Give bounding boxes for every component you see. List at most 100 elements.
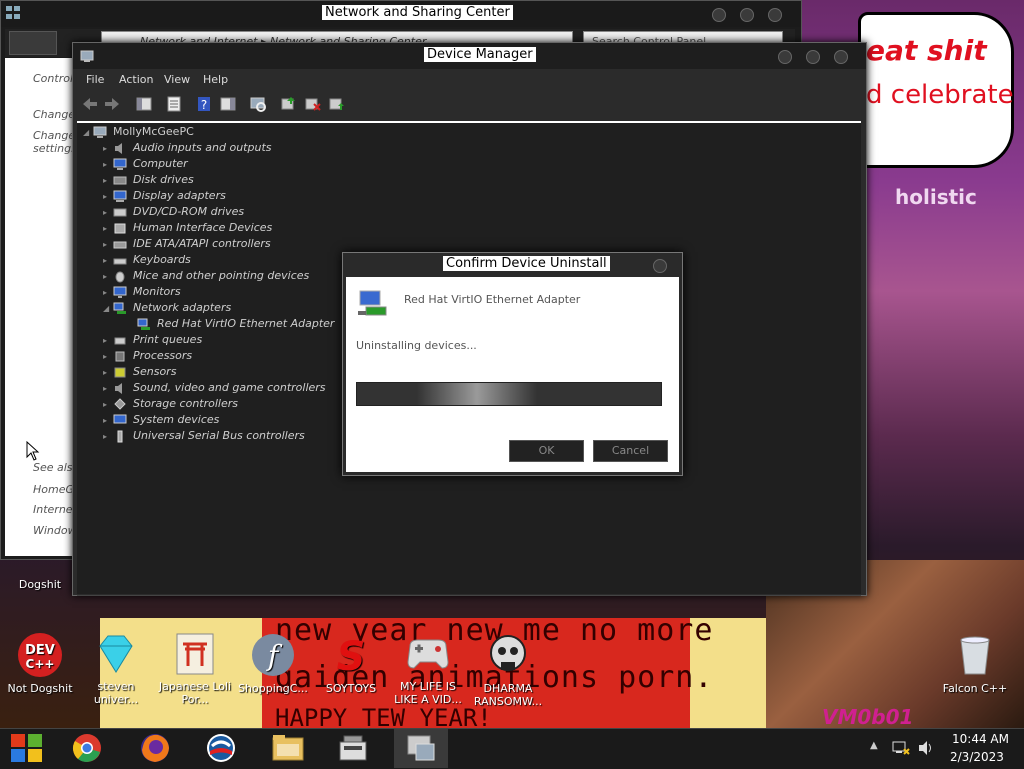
chrome-icon[interactable] — [70, 732, 104, 764]
control-panel-home-link[interactable]: Control — [33, 72, 73, 85]
desktop-icon-label: ShoppingC... — [238, 682, 308, 695]
uninstall-device-icon[interactable] — [303, 95, 321, 113]
desktop-icon-label: SOYTOYS — [325, 682, 377, 695]
desktop-icon-falcon[interactable]: Falcon C++ — [935, 632, 1015, 695]
tree-item-sensors[interactable]: ▸ Sensors — [103, 365, 176, 381]
change-sharing-link[interactable]: Change — [33, 129, 75, 142]
storage-controller-icon — [114, 397, 126, 410]
start-button-icon[interactable] — [8, 731, 46, 765]
confirm-uninstall-dialog[interactable]: Confirm Device Uninstall Red Hat VirtIO … — [342, 252, 683, 476]
tree-item-processors[interactable]: ▸ Processors — [103, 349, 192, 365]
desktop-icon-label: Japanese Loli Por... — [158, 680, 232, 706]
volume-icon[interactable] — [917, 740, 935, 756]
cancel-button[interactable]: Cancel — [593, 440, 668, 462]
change-adapter-link[interactable]: Change — [33, 108, 75, 121]
desktop-icon-label: MY LIFE IS LIKE A VID... — [394, 680, 462, 706]
tree-item-audio[interactable]: ▸ Audio inputs and outputs — [103, 141, 272, 157]
desktop-icon-shopping[interactable]: f ShoppingC... — [233, 632, 313, 695]
action-pane-icon[interactable] — [219, 95, 237, 113]
menu-view[interactable]: View — [164, 73, 190, 86]
windows-firewall-link[interactable]: Window — [33, 524, 77, 537]
update-driver-icon[interactable] — [279, 95, 297, 113]
homegroup-link[interactable]: HomeG — [33, 483, 74, 496]
wallpaper-text: holistic — [895, 185, 977, 209]
tree-item-dvd-drives[interactable]: ▸ DVD/CD-ROM drives — [103, 205, 244, 221]
tree-item-label: Sound, video and game controllers — [133, 381, 326, 394]
recycle-bin-icon — [960, 636, 990, 675]
internet-options-link[interactable]: Internet — [33, 503, 77, 516]
change-sharing-link-2[interactable]: settings — [33, 142, 77, 155]
collapse-arrow-icon[interactable]: ◢ — [83, 128, 93, 137]
file-explorer-icon[interactable] — [271, 732, 305, 764]
obama-logo-icon[interactable] — [204, 732, 238, 764]
disk-drive-icon — [113, 176, 127, 184]
maximize-button[interactable] — [740, 8, 754, 22]
wallpaper-stamp: VM0b01 — [822, 705, 914, 728]
diamond-icon — [99, 635, 133, 673]
status-text: Uninstalling devices... — [356, 339, 477, 352]
cash-register-icon[interactable] — [336, 732, 370, 764]
tree-item-keyboards[interactable]: ▸ Keyboards — [103, 253, 191, 269]
tree-item-print-queues[interactable]: ▸ Print queues — [103, 333, 202, 349]
ok-button[interactable]: OK — [509, 440, 584, 462]
back-arrow-icon[interactable] — [81, 95, 99, 113]
close-button[interactable] — [653, 259, 667, 273]
device-manager-icon — [80, 50, 94, 62]
maximize-button[interactable] — [806, 50, 820, 64]
tree-item-label: Mice and other pointing devices — [133, 269, 310, 282]
desktop-icon-not-dogshit[interactable]: DEV C++ Not Dogshit — [0, 632, 80, 695]
clock-time[interactable]: 10:44 AM — [952, 732, 1009, 746]
forward-arrow-icon[interactable] — [103, 95, 121, 113]
network-adapter-icon — [137, 318, 150, 330]
desktop-icon-my-life[interactable]: MY LIFE IS LIKE A VID... — [388, 632, 468, 706]
tree-item-storage[interactable]: ▸ Storage controllers — [103, 397, 238, 413]
tree-item-disk-drives[interactable]: ▸ Disk drives — [103, 173, 194, 189]
help-icon[interactable]: ? — [195, 95, 213, 113]
desktop-icon-dharma[interactable]: DHARMA RANSOMW... — [468, 632, 548, 708]
computer-icon — [113, 158, 127, 170]
minimize-button[interactable] — [778, 50, 792, 64]
scan-hardware-icon[interactable] — [249, 95, 267, 113]
minimize-button[interactable] — [712, 8, 726, 22]
tree-item-sound[interactable]: ▸ Sound, video and game controllers — [103, 381, 326, 397]
tree-item-hid[interactable]: ▸ Human Interface Devices — [103, 221, 272, 237]
tree-item-redhat-virtio[interactable]: Red Hat VirtIO Ethernet Adapter — [137, 317, 334, 333]
network-status-icon[interactable] — [892, 740, 910, 756]
menu-file[interactable]: File — [86, 73, 104, 86]
desktop-icon-soytoys[interactable]: S SOYTOYS — [311, 632, 391, 695]
tree-item-ide[interactable]: ▸ IDE ATA/ATAPI controllers — [103, 237, 271, 253]
tree-item-usb[interactable]: ▸ Universal Serial Bus controllers — [103, 429, 305, 445]
tree-root[interactable]: ◢ MollyMcGeePC — [83, 125, 194, 141]
tree-item-monitors[interactable]: ▸ Monitors — [103, 285, 181, 301]
desktop-icon-steven-universe[interactable]: steven univer... — [76, 632, 156, 706]
tree-item-network-adapters[interactable]: ◢ Network adapters — [103, 301, 231, 317]
close-button[interactable] — [834, 50, 848, 64]
tree-item-computer[interactable]: ▸ Computer — [103, 157, 188, 173]
desktop-icon-dogshit[interactable]: Dogshit — [0, 578, 80, 591]
tree-item-label: Monitors — [133, 285, 181, 298]
menu-help[interactable]: Help — [203, 73, 228, 86]
dev-cpp-icon: DEVC++ — [18, 633, 62, 677]
expanded-arrow-icon[interactable]: ◢ — [103, 304, 113, 313]
show-hidden-icons-arrow-icon[interactable]: ▲ — [870, 740, 878, 751]
back-forward-buttons[interactable] — [9, 31, 57, 55]
firefox-icon[interactable] — [138, 732, 172, 764]
properties-icon[interactable] — [165, 95, 183, 113]
svg-text:?: ? — [201, 98, 207, 112]
desktop-icon-japanese[interactable]: Japanese Loli Por... — [155, 632, 235, 706]
tree-item-system-devices[interactable]: ▸ System devices — [103, 413, 219, 429]
clock-date[interactable]: 2/3/2023 — [950, 750, 1004, 764]
close-button[interactable] — [768, 8, 782, 22]
tree-item-mice[interactable]: ▸ Mice and other pointing devices — [103, 269, 309, 285]
enable-device-icon[interactable] — [327, 95, 345, 113]
computer-icon — [93, 126, 107, 138]
show-hide-console-tree-icon[interactable] — [135, 95, 153, 113]
menu-action[interactable]: Action — [119, 73, 153, 86]
tree-item-label: Disk drives — [133, 173, 194, 186]
window-title: Network and Sharing Center — [322, 5, 513, 20]
device-manager-taskbar-icon[interactable] — [404, 732, 438, 764]
menu-bar: File Action View Help — [73, 69, 866, 91]
ide-controller-icon — [113, 241, 127, 248]
printer-icon — [114, 337, 126, 344]
tree-item-display-adapters[interactable]: ▸ Display adapters — [103, 189, 226, 205]
